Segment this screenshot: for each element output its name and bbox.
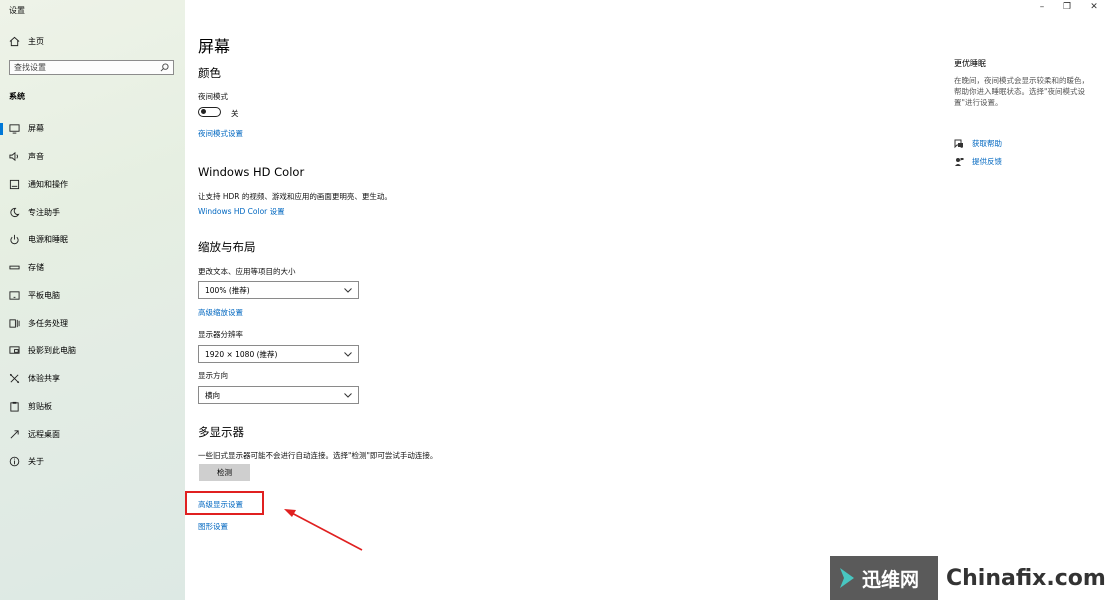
hdr-settings-link[interactable]: Windows HD Color 设置 xyxy=(198,206,285,217)
sidebar-item-sound[interactable]: 声音 xyxy=(0,143,185,171)
graphics-settings-link[interactable]: 图形设置 xyxy=(198,521,228,532)
scale-layout-heading: 缩放与布局 xyxy=(198,240,256,254)
sidebar-nav: 屏幕 声音 通知和操作 专注助手 电源和睡眠 存储 平板电脑 多任务处理 投影到… xyxy=(0,115,185,476)
chevron-down-icon xyxy=(344,287,352,293)
minimize-button[interactable]: – xyxy=(1035,2,1049,12)
info-icon xyxy=(9,457,20,467)
sidebar-item-label: 剪贴板 xyxy=(28,401,52,411)
chat-help-icon xyxy=(954,139,963,148)
orientation-value: 横向 xyxy=(205,390,220,400)
sidebar-item-label: 多任务处理 xyxy=(28,318,68,328)
color-heading: 颜色 xyxy=(198,66,221,80)
chevron-down-icon xyxy=(344,392,352,398)
sidebar-item-label: 体验共享 xyxy=(28,374,60,384)
related-description: 在晚间，夜间模式会显示较柔和的暖色，帮助你进入睡眠状态。选择"夜间模式设置"进行… xyxy=(954,76,1089,107)
watermark-en-text: Chinafix.com xyxy=(938,556,1107,600)
hdr-heading: Windows HD Color xyxy=(198,165,305,179)
advanced-scale-link[interactable]: 高级缩放设置 xyxy=(198,307,243,318)
sidebar-item-label: 远程桌面 xyxy=(28,429,60,439)
sidebar-item-label: 平板电脑 xyxy=(28,290,60,300)
scale-dropdown[interactable]: 100% (推荐) xyxy=(198,281,359,299)
notification-icon xyxy=(9,179,20,189)
restore-button[interactable]: ❐ xyxy=(1060,2,1074,12)
storage-icon xyxy=(9,265,20,270)
scale-value: 100% (推荐) xyxy=(205,285,250,295)
get-help-link[interactable]: 获取帮助 xyxy=(954,138,1002,149)
hdr-description: 让支持 HDR 的视频、游戏和应用的画面更明亮、更生动。 xyxy=(198,192,392,201)
clipboard-icon xyxy=(10,401,19,412)
sidebar-item-tablet[interactable]: 平板电脑 xyxy=(0,282,185,310)
night-mode-toggle[interactable] xyxy=(198,107,221,117)
get-help-label: 获取帮助 xyxy=(972,139,1002,148)
sidebar-item-display[interactable]: 屏幕 xyxy=(0,115,185,143)
give-feedback-link[interactable]: 提供反馈 xyxy=(954,156,1002,167)
toggle-state-label: 关 xyxy=(231,109,239,118)
speaker-icon xyxy=(9,151,18,162)
sidebar-item-storage[interactable]: 存储 xyxy=(0,254,185,282)
watermark-cn-block: 迅维网 xyxy=(830,556,938,600)
multitask-icon xyxy=(9,319,20,328)
chevron-down-icon xyxy=(344,351,352,357)
sidebar-item-about[interactable]: 关于 xyxy=(0,448,185,476)
night-mode-settings-link[interactable]: 夜间模式设置 xyxy=(198,128,243,139)
sidebar-item-power[interactable]: 电源和睡眠 xyxy=(0,226,185,254)
remote-desktop-icon xyxy=(10,430,19,439)
sidebar-item-label: 关于 xyxy=(28,457,44,467)
scale-label: 更改文本、应用等项目的大小 xyxy=(198,267,296,276)
sidebar-item-multitasking[interactable]: 多任务处理 xyxy=(0,309,185,337)
search-icon xyxy=(160,63,169,72)
sidebar-item-label: 存储 xyxy=(28,263,44,273)
sidebar-item-label: 专注助手 xyxy=(28,207,60,217)
sidebar-item-notifications[interactable]: 通知和操作 xyxy=(0,171,185,199)
section-label: 系统 xyxy=(9,92,25,101)
home-label: 主页 xyxy=(28,37,44,46)
sidebar-item-focus-assist[interactable]: 专注助手 xyxy=(0,198,185,226)
sidebar-item-label: 通知和操作 xyxy=(28,179,68,189)
chevron-right-icon xyxy=(840,568,854,588)
night-mode-label: 夜间模式 xyxy=(198,92,228,101)
project-icon xyxy=(9,346,20,355)
share-icon xyxy=(9,374,20,384)
moon-icon xyxy=(10,207,20,217)
page-title: 屏幕 xyxy=(198,37,231,56)
detect-button[interactable]: 检测 xyxy=(199,464,250,481)
resolution-dropdown[interactable]: 1920 × 1080 (推荐) xyxy=(198,345,359,363)
power-icon xyxy=(10,235,19,245)
home-link[interactable]: 主页 xyxy=(9,36,44,47)
highlight-box xyxy=(185,491,264,515)
sidebar-item-label: 声音 xyxy=(28,152,44,162)
give-feedback-label: 提供反馈 xyxy=(972,157,1002,166)
resolution-value: 1920 × 1080 (推荐) xyxy=(205,349,278,359)
sidebar-item-label: 投影到此电脑 xyxy=(28,346,76,356)
feedback-icon xyxy=(955,157,964,166)
orientation-label: 显示方向 xyxy=(198,371,228,380)
search-placeholder: 查找设置 xyxy=(14,63,46,72)
home-icon xyxy=(9,36,20,47)
watermark-logo: 迅维网 Chinafix.com xyxy=(830,556,1107,600)
related-title: 更优睡眠 xyxy=(954,59,986,68)
sidebar-item-remote-desktop[interactable]: 远程桌面 xyxy=(0,420,185,448)
close-button[interactable]: ✕ xyxy=(1087,2,1101,12)
window-title: 设置 xyxy=(9,6,25,15)
sidebar-item-label: 屏幕 xyxy=(28,124,44,134)
annotation-arrow xyxy=(284,509,363,551)
sidebar-item-clipboard[interactable]: 剪贴板 xyxy=(0,393,185,421)
related-pane: 更优睡眠 在晚间，夜间模式会显示较柔和的暖色，帮助你进入睡眠状态。选择"夜间模式… xyxy=(954,58,1094,108)
tablet-icon xyxy=(9,291,20,300)
sidebar-item-label: 电源和睡眠 xyxy=(28,235,68,245)
watermark-cn-text: 迅维网 xyxy=(862,568,920,591)
orientation-dropdown[interactable]: 横向 xyxy=(198,386,359,404)
resolution-label: 显示器分辨率 xyxy=(198,330,243,339)
sidebar: 设置 主页 查找设置 系统 屏幕 声音 通知和操作 专注助手 电源和睡眠 存储 … xyxy=(0,0,185,600)
sidebar-item-project[interactable]: 投影到此电脑 xyxy=(0,337,185,365)
search-input[interactable]: 查找设置 xyxy=(9,60,174,75)
toggle-knob xyxy=(201,109,206,115)
multi-display-heading: 多显示器 xyxy=(198,425,244,439)
sidebar-item-shared-experience[interactable]: 体验共享 xyxy=(0,365,185,393)
multi-display-description: 一些旧式显示器可能不会进行自动连接。选择"检测"即可尝试手动连接。 xyxy=(198,451,438,460)
monitor-icon xyxy=(9,124,20,134)
